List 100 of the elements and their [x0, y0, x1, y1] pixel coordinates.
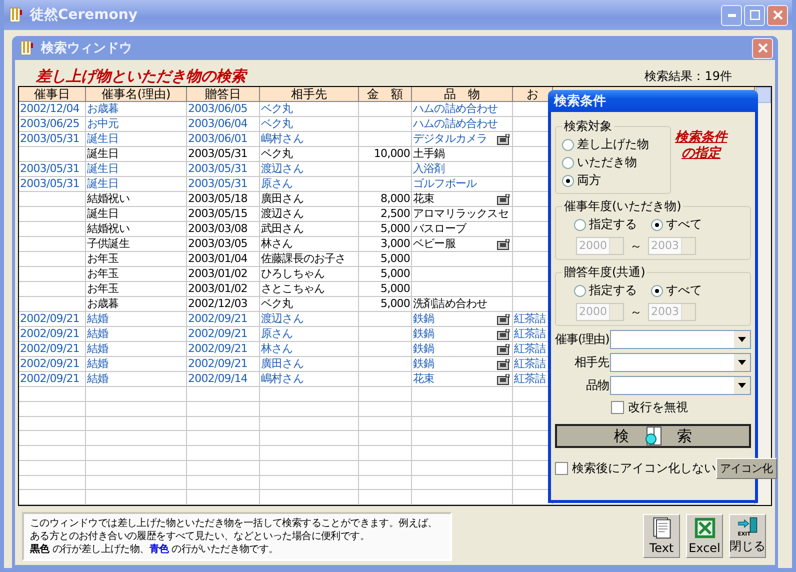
- table-cell: 鉄鍋: [412, 327, 513, 342]
- table-cell: 誕生日: [86, 147, 187, 162]
- table-cell: バスローブ: [412, 222, 513, 237]
- table-cell: [359, 431, 412, 446]
- table-cell: 2002/09/21: [19, 342, 86, 357]
- table-cell: 2003/01/04: [187, 252, 260, 267]
- table-cell: お年玉: [86, 282, 187, 297]
- maximize-button[interactable]: [744, 4, 765, 26]
- table-cell: 2002/09/21: [19, 372, 86, 387]
- table-cell: [19, 431, 86, 446]
- table-cell: [359, 357, 412, 372]
- table-cell: 5,000: [359, 267, 412, 282]
- window-title: 徒然Ceremony: [30, 6, 138, 24]
- radio-option[interactable]: いただき物: [562, 154, 664, 171]
- table-cell: 洗剤詰め合わせ: [412, 297, 513, 312]
- group-label: 催事年度(いただき物): [563, 198, 682, 215]
- range-sign: ～: [630, 238, 642, 254]
- table-cell: 結婚祝い: [86, 222, 187, 237]
- table-cell: 2002/09/14: [187, 372, 260, 387]
- table-cell: 誕生日: [86, 207, 187, 222]
- close-button[interactable]: [752, 38, 773, 58]
- column-header[interactable]: お: [513, 87, 553, 102]
- checkbox-option[interactable]: 検索後にアイコン化しない: [555, 460, 716, 477]
- group-label: 検索対象: [563, 118, 613, 135]
- text-export-button[interactable]: Text: [643, 514, 680, 558]
- table-cell: [359, 460, 412, 476]
- table-cell: 渡辺さん: [260, 162, 359, 177]
- table-cell: [359, 177, 412, 192]
- table-cell: デジタルカメラ: [412, 132, 513, 147]
- table-cell: 渡辺さん: [260, 312, 359, 327]
- radio-option[interactable]: すべて: [651, 216, 702, 233]
- table-cell: 結婚祝い: [86, 192, 187, 207]
- table-cell: 2003/05/31: [19, 132, 86, 147]
- table-cell: 2003/05/31: [187, 147, 260, 162]
- table-cell: [19, 416, 86, 432]
- table-cell: ベク丸: [260, 102, 359, 117]
- search-button[interactable]: 検 索: [555, 424, 751, 448]
- help-text: このウィンドウでは差し上げた物といただき物を一括して検索することができます。例えば、 ある方とのお付き合いの履歴をすべて見たい、などといった場合に便利です。 黒色 の行が差し上げた物、青色 の行がいただき物です。: [22, 512, 452, 561]
- table-cell: 結婚: [86, 342, 187, 357]
- radio-option[interactable]: 差し上げた物: [562, 136, 664, 153]
- dropdown-field[interactable]: [610, 376, 751, 395]
- minimize-button[interactable]: [721, 4, 742, 26]
- table-cell: 原さん: [260, 177, 359, 192]
- close-button[interactable]: [767, 4, 788, 26]
- table-cell: 嶋村さん: [260, 372, 359, 387]
- table-cell: 廣田さん: [260, 357, 359, 372]
- table-cell: ベク丸: [260, 147, 359, 162]
- dropdown-field[interactable]: [610, 330, 751, 349]
- column-header[interactable]: 催事名(理由): [86, 87, 187, 102]
- minimize-icon: [728, 14, 736, 16]
- table-cell: ベビー服: [412, 237, 513, 252]
- checkbox-option[interactable]: 改行を無視: [555, 399, 751, 416]
- table-cell: [359, 312, 412, 327]
- table-cell: ハムの詰め合わせ: [412, 102, 513, 117]
- table-cell: 花束: [412, 372, 513, 387]
- table-cell: 5,000: [359, 297, 412, 312]
- table-cell: 2002/09/21: [19, 312, 86, 327]
- column-header[interactable]: 催事日: [19, 87, 86, 102]
- table-cell: 2003/03/05: [187, 237, 260, 252]
- spreadsheet-icon: [692, 517, 716, 539]
- table-cell: [359, 132, 412, 147]
- table-cell: 2003/06/01: [187, 132, 260, 147]
- table-cell: 鉄鍋: [412, 357, 513, 372]
- table-cell: [19, 207, 86, 222]
- table-cell: [19, 147, 86, 162]
- radio-option[interactable]: 両方: [562, 172, 664, 189]
- table-cell: ひろしちゃん: [260, 267, 359, 282]
- close-icon: [758, 43, 768, 53]
- radio-option[interactable]: 指定する: [574, 216, 637, 233]
- radio-option[interactable]: すべて: [651, 282, 702, 299]
- table-cell: 8,000: [359, 192, 412, 207]
- column-header[interactable]: 品 物: [412, 87, 513, 102]
- table-cell: [19, 237, 86, 252]
- table-cell: 2002/09/21: [19, 327, 86, 342]
- excel-export-button[interactable]: Excel: [686, 514, 723, 558]
- table-cell: 2003/06/05: [187, 102, 260, 117]
- table-cell: [359, 342, 412, 357]
- iconify-button[interactable]: アイコン化: [716, 458, 776, 479]
- table-cell: 嶋村さん: [260, 132, 359, 147]
- table-cell: 佐藤課長のお子さ: [260, 252, 359, 267]
- table-cell: [19, 476, 86, 490]
- table-cell: 10,000: [359, 147, 412, 162]
- table-cell: お年玉: [86, 267, 187, 282]
- book-magnifier-icon: [643, 426, 663, 446]
- table-cell: [359, 476, 412, 490]
- radio-option[interactable]: 指定する: [574, 282, 637, 299]
- table-cell: 鉄鍋: [412, 312, 513, 327]
- table-cell: 2003/05/18: [187, 192, 260, 207]
- maximize-icon: [750, 10, 760, 20]
- column-header[interactable]: 相手先: [260, 87, 359, 102]
- column-header[interactable]: 金 額: [359, 87, 412, 102]
- field-label: 相手先: [574, 354, 609, 371]
- table-cell: 結婚: [86, 327, 187, 342]
- table-cell: [19, 402, 86, 416]
- table-cell: 2002/09/21: [187, 327, 260, 342]
- table-cell: 2003/01/02: [187, 267, 260, 282]
- field-label: 品物: [585, 377, 609, 394]
- table-cell: 2003/05/15: [187, 207, 260, 222]
- column-header[interactable]: 贈答日: [187, 87, 260, 102]
- dropdown-field[interactable]: [610, 353, 751, 372]
